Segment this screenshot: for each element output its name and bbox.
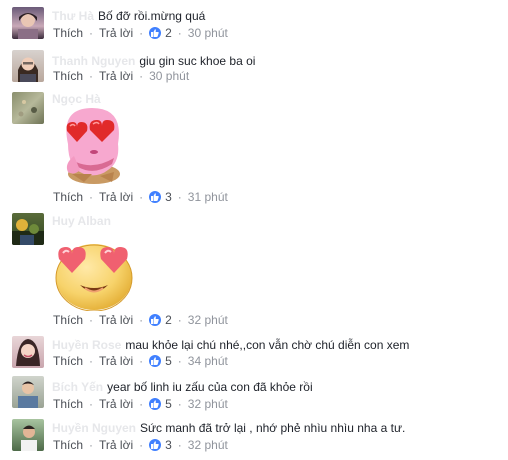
avatar[interactable] xyxy=(12,376,44,408)
comment-text: Bố đỡ rồi.mừng quá xyxy=(98,9,206,23)
comment-text: year bố linh iu zấu của con đã khỏe rồi xyxy=(107,380,313,394)
comment-time[interactable]: 34 phút xyxy=(188,354,228,368)
comment-author[interactable]: Huy Alban xyxy=(52,214,111,228)
like-count[interactable]: 2 xyxy=(149,313,172,327)
thumbs-up-icon xyxy=(149,439,162,451)
comment-time[interactable]: 30 phút xyxy=(188,26,228,40)
comment-author[interactable]: Bích Yến xyxy=(52,380,103,394)
heart-eyes-emoji-sticker xyxy=(52,237,136,314)
reply-link[interactable]: Trả lời xyxy=(99,438,133,452)
like-link[interactable]: Thích xyxy=(53,313,83,327)
avatar[interactable] xyxy=(12,50,44,82)
like-count[interactable]: 5 xyxy=(149,354,172,368)
like-link[interactable]: Thích xyxy=(53,26,83,40)
comment-time[interactable]: 32 phút xyxy=(188,438,228,452)
reply-link[interactable]: Trả lời xyxy=(99,397,133,411)
comment-text: Sức manh đã trở lại , nhớ phẻ nhìu nhìu … xyxy=(140,421,406,435)
avatar[interactable] xyxy=(12,7,44,39)
avatar[interactable] xyxy=(12,213,44,245)
pink-ice-cream-heart-eyes-sticker xyxy=(54,104,132,189)
like-count[interactable]: 3 xyxy=(149,438,172,452)
thumbs-up-icon xyxy=(149,314,162,326)
like-link[interactable]: Thích xyxy=(53,69,83,83)
like-link[interactable]: Thích xyxy=(53,397,83,411)
thumbs-up-icon xyxy=(149,27,162,39)
like-count[interactable]: 2 xyxy=(149,26,172,40)
reply-link[interactable]: Trả lời xyxy=(99,313,133,327)
reply-link[interactable]: Trả lời xyxy=(99,354,133,368)
avatar[interactable] xyxy=(12,419,44,451)
comment-author[interactable]: Thư Hà xyxy=(52,9,94,23)
like-link[interactable]: Thích xyxy=(53,190,83,204)
like-link[interactable]: Thích xyxy=(53,354,83,368)
like-count[interactable]: 5 xyxy=(149,397,172,411)
thumbs-up-icon xyxy=(149,398,162,410)
comment-time[interactable]: 30 phút xyxy=(149,69,189,83)
comment-thread: Thư Hà Bố đỡ rồi.mừng quá Thích · Trả lời · 2… xyxy=(0,0,508,460)
reply-link[interactable]: Trả lời xyxy=(99,69,133,83)
reply-link[interactable]: Trả lời xyxy=(99,26,133,40)
thumbs-up-icon xyxy=(149,191,162,203)
reply-link[interactable]: Trả lời xyxy=(99,190,133,204)
comment-author[interactable]: Huyền Nguyen xyxy=(52,421,136,435)
comment-text: mau khỏe lại chú nhé,,con vẫn chờ chú di… xyxy=(125,338,410,352)
comment-author[interactable]: Thanh Nguyen xyxy=(52,54,135,68)
comment-author[interactable]: Huyền Rose xyxy=(52,338,121,352)
comment-time[interactable]: 32 phút xyxy=(188,397,228,411)
comment-time[interactable]: 31 phút xyxy=(188,190,228,204)
like-count[interactable]: 3 xyxy=(149,190,172,204)
like-link[interactable]: Thích xyxy=(53,438,83,452)
avatar[interactable] xyxy=(12,92,44,124)
comment-text: giu gin suc khoe ba oi xyxy=(139,54,256,68)
comment-time[interactable]: 32 phút xyxy=(188,313,228,327)
avatar[interactable] xyxy=(12,336,44,368)
thumbs-up-icon xyxy=(149,355,162,367)
